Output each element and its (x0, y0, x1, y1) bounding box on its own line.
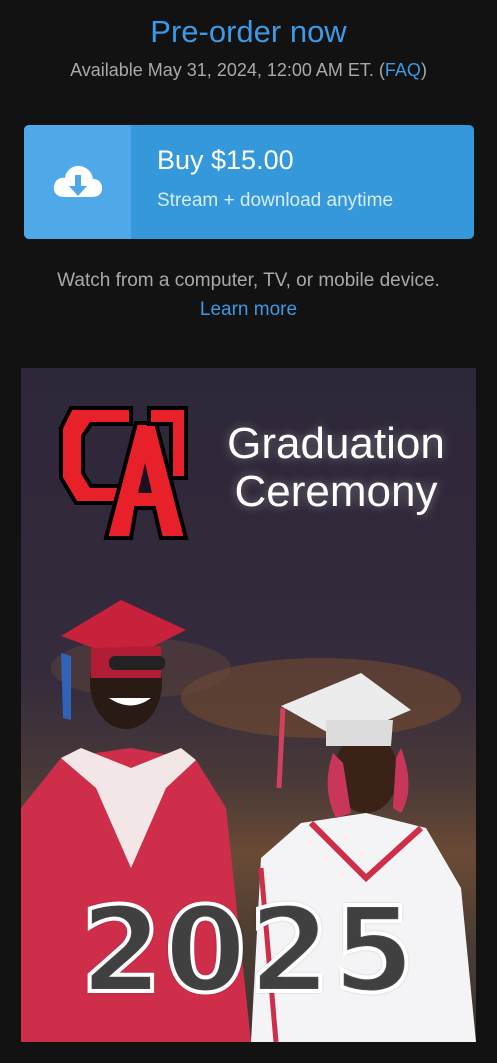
school-logo (59, 406, 189, 540)
learn-more-link[interactable]: Learn more (200, 299, 297, 320)
buy-icon-container (24, 125, 131, 239)
poster-title: Graduation Ceremony (201, 420, 471, 516)
poster-title-line2: Ceremony (234, 467, 438, 516)
devices-text: Watch from a computer, TV, or mobile dev… (57, 270, 440, 291)
buy-button[interactable]: Buy $15.00 Stream + download anytime (24, 125, 474, 239)
page-title: Pre-order now (150, 14, 347, 49)
faq-link[interactable]: FAQ (385, 60, 421, 80)
buy-text: Buy $15.00 Stream + download anytime (131, 125, 393, 239)
buy-sublabel: Stream + download anytime (157, 190, 394, 211)
devices-info: Watch from a computer, TV, or mobile dev… (0, 266, 497, 324)
cloud-download-icon (53, 165, 102, 197)
availability-suffix: ) (420, 60, 427, 80)
event-poster[interactable]: Graduation Ceremony 2025 (21, 368, 476, 1042)
buy-label: Buy $15.00 (157, 145, 294, 175)
availability-prefix: Available May 31, 2024, 12:00 AM ET. ( (70, 60, 385, 80)
poster-year: 2025 (78, 879, 417, 1021)
availability-text: Available May 31, 2024, 12:00 AM ET. (FA… (0, 60, 497, 81)
poster-title-line1: Graduation (227, 419, 445, 468)
